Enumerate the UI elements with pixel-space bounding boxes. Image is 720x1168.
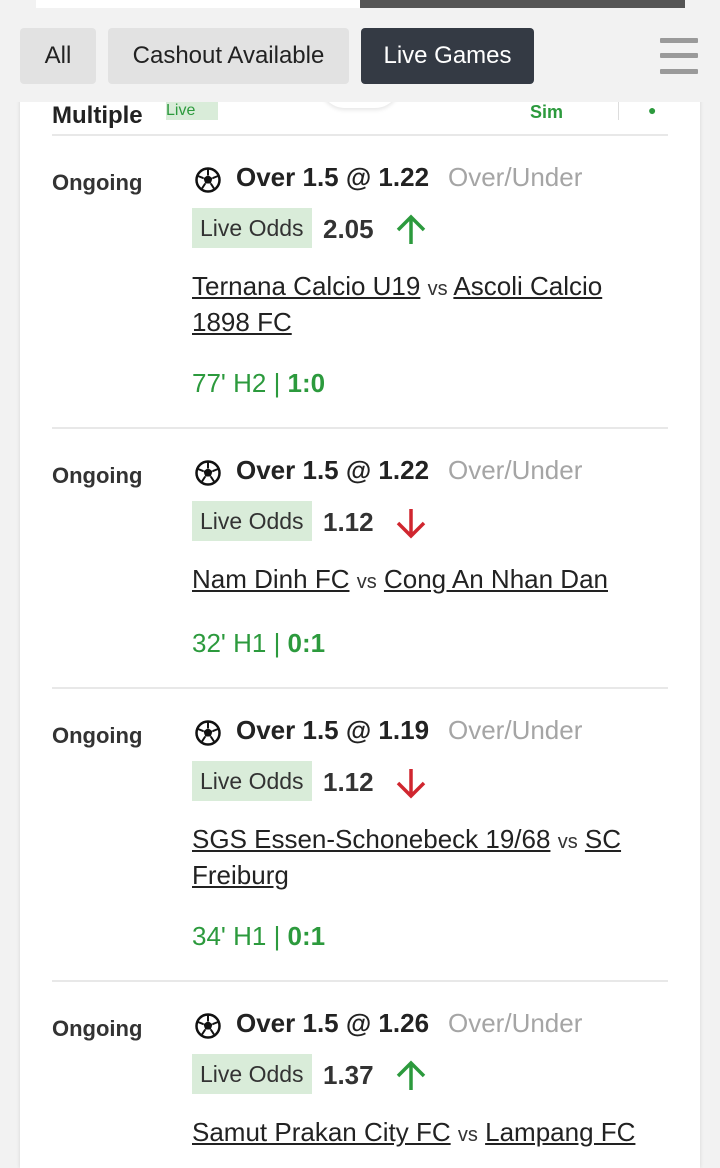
home-team[interactable]: Ternana Calcio U19 <box>192 271 420 301</box>
live-odds-badge: Live Odds <box>192 208 312 248</box>
filter-bar: All Cashout Available Live Games <box>0 8 720 102</box>
match-link[interactable]: SGS Essen-Schonebeck 19/68 vs SC Freibur… <box>192 823 662 892</box>
live-odds-value: 1.12 <box>323 767 374 797</box>
home-team[interactable]: SGS Essen-Schonebeck 19/68 <box>192 824 550 854</box>
match-score: 1:0 <box>287 368 326 398</box>
filter-cashout-button[interactable]: Cashout Available <box>108 28 349 84</box>
bet-market: Over/Under <box>448 715 583 745</box>
top-tab-strip <box>0 0 720 8</box>
bet-selection: Over 1.5 @ 1.22 <box>236 162 430 192</box>
arrow-up-icon <box>396 214 426 244</box>
sim-link[interactable]: Sim <box>530 102 563 123</box>
vs-label: vs <box>356 571 377 593</box>
match-clock: 34' H1 | <box>192 921 288 951</box>
live-odds-value: 1.37 <box>323 1060 374 1090</box>
vs-label: vs <box>557 831 578 853</box>
match-link[interactable]: Nam Dinh FC vs Cong An Nhan Dan <box>192 563 662 599</box>
header-separator <box>618 100 619 120</box>
divider <box>52 134 668 136</box>
live-odds-value: 2.05 <box>323 214 374 244</box>
divider <box>52 427 668 429</box>
home-team[interactable]: Samut Prakan City FC <box>192 1117 451 1147</box>
divider <box>52 687 668 689</box>
live-odds-badge: Live Odds <box>192 761 312 801</box>
match-clock-score: 34' H1 | 0:1 <box>192 921 325 952</box>
live-badge: Live <box>166 102 218 120</box>
soccer-ball-icon <box>195 1013 221 1039</box>
vs-label: vs <box>457 1124 478 1146</box>
bet-type-title: Multiple <box>52 102 143 129</box>
list-menu-icon[interactable] <box>660 38 698 74</box>
match-clock-score: 32' H1 | 0:1 <box>192 628 325 659</box>
live-odds-badge: Live Odds <box>192 501 312 541</box>
bet-selection: Over 1.5 @ 1.26 <box>236 1008 430 1038</box>
filter-all-button[interactable]: All <box>20 28 96 84</box>
arrow-up-icon <box>396 1060 426 1090</box>
away-team[interactable]: Lampang FC <box>485 1117 635 1147</box>
match-score: 0:1 <box>287 628 326 658</box>
bet-status: Ongoing <box>52 1016 143 1041</box>
arrow-down-icon <box>396 769 426 799</box>
match-clock: 77' H2 | <box>192 368 288 398</box>
match-clock-score: 77' H2 | 1:0 <box>192 368 325 399</box>
soccer-ball-icon <box>195 460 221 486</box>
soccer-ball-icon <box>195 167 221 193</box>
match-link[interactable]: Ternana Calcio U19 vs Ascoli Calcio 1898… <box>192 270 662 339</box>
match-score: 0:1 <box>287 921 326 951</box>
bet-market: Over/Under <box>448 455 583 485</box>
bet-market: Over/Under <box>448 1008 583 1038</box>
divider <box>52 980 668 982</box>
soccer-ball-icon <box>195 720 221 746</box>
tab-strip-right <box>360 0 685 8</box>
bet-status: Ongoing <box>52 170 143 195</box>
filter-live-games-button[interactable]: Live Games <box>361 28 534 84</box>
share-icon[interactable]: ● <box>648 102 662 118</box>
bet-card: Multiple Live Sim ● Ongoing Over 1.5 @ 1… <box>20 88 700 1168</box>
arrow-down-icon <box>396 509 426 539</box>
live-odds-badge: Live Odds <box>192 1054 312 1094</box>
live-odds-value: 1.12 <box>323 507 374 537</box>
vs-label: vs <box>427 278 448 300</box>
bet-status: Ongoing <box>52 463 143 488</box>
tab-strip-left <box>36 0 360 8</box>
away-team[interactable]: Cong An Nhan Dan <box>384 564 608 594</box>
bet-market: Over/Under <box>448 162 583 192</box>
home-team[interactable]: Nam Dinh FC <box>192 564 349 594</box>
bet-selection: Over 1.5 @ 1.19 <box>236 715 430 745</box>
match-clock: 32' H1 | <box>192 628 288 658</box>
bet-status: Ongoing <box>52 723 143 748</box>
bet-selection: Over 1.5 @ 1.22 <box>236 455 430 485</box>
